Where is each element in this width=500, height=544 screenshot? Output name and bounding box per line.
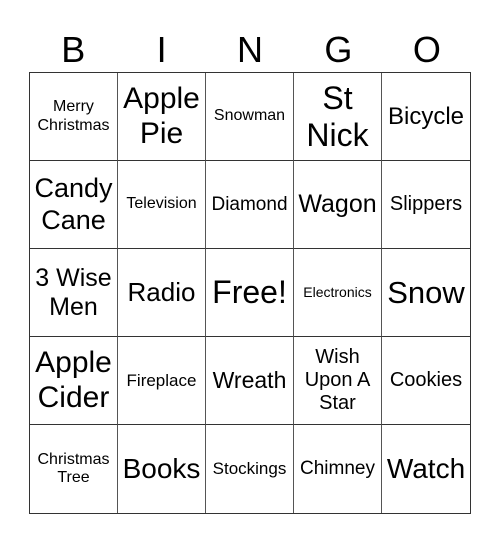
bingo-cell[interactable]: Apple Pie <box>118 73 206 161</box>
bingo-header: B I N G O <box>29 28 471 72</box>
bingo-cell[interactable]: Cookies <box>382 337 470 425</box>
bingo-cell[interactable]: Candy Cane <box>30 161 118 249</box>
bingo-cell[interactable]: Stockings <box>206 425 294 513</box>
bingo-cell[interactable]: Fireplace <box>118 337 206 425</box>
bingo-cell[interactable]: Wreath <box>206 337 294 425</box>
bingo-cell[interactable]: Radio <box>118 249 206 337</box>
header-letter-b: B <box>61 29 86 70</box>
bingo-cell[interactable]: Merry Christmas <box>30 73 118 161</box>
bingo-cell[interactable]: 3 Wise Men <box>30 249 118 337</box>
bingo-cell[interactable]: Apple Cider <box>30 337 118 425</box>
header-letter-g: G <box>324 29 353 70</box>
bingo-cell[interactable]: St Nick <box>294 73 382 161</box>
bingo-cell[interactable]: Watch <box>382 425 470 513</box>
bingo-cell[interactable]: Wish Upon A Star <box>294 337 382 425</box>
bingo-cell[interactable]: Television <box>118 161 206 249</box>
bingo-cell[interactable]: Wagon <box>294 161 382 249</box>
free-space-cell[interactable]: Free! <box>206 249 294 337</box>
bingo-cell[interactable]: Chimney <box>294 425 382 513</box>
bingo-cell[interactable]: Slippers <box>382 161 470 249</box>
bingo-cell[interactable]: Snow <box>382 249 470 337</box>
bingo-grid: Merry Christmas Apple Pie Snowman St Nic… <box>29 72 471 514</box>
bingo-cell[interactable]: Christmas Tree <box>30 425 118 513</box>
header-letter-n: N <box>237 29 264 70</box>
bingo-cell[interactable]: Electronics <box>294 249 382 337</box>
bingo-cell[interactable]: Diamond <box>206 161 294 249</box>
bingo-cell[interactable]: Bicycle <box>382 73 470 161</box>
bingo-cell[interactable]: Snowman <box>206 73 294 161</box>
header-letter-o: O <box>412 29 441 70</box>
bingo-cell[interactable]: Books <box>118 425 206 513</box>
header-letter-i: I <box>156 29 167 70</box>
